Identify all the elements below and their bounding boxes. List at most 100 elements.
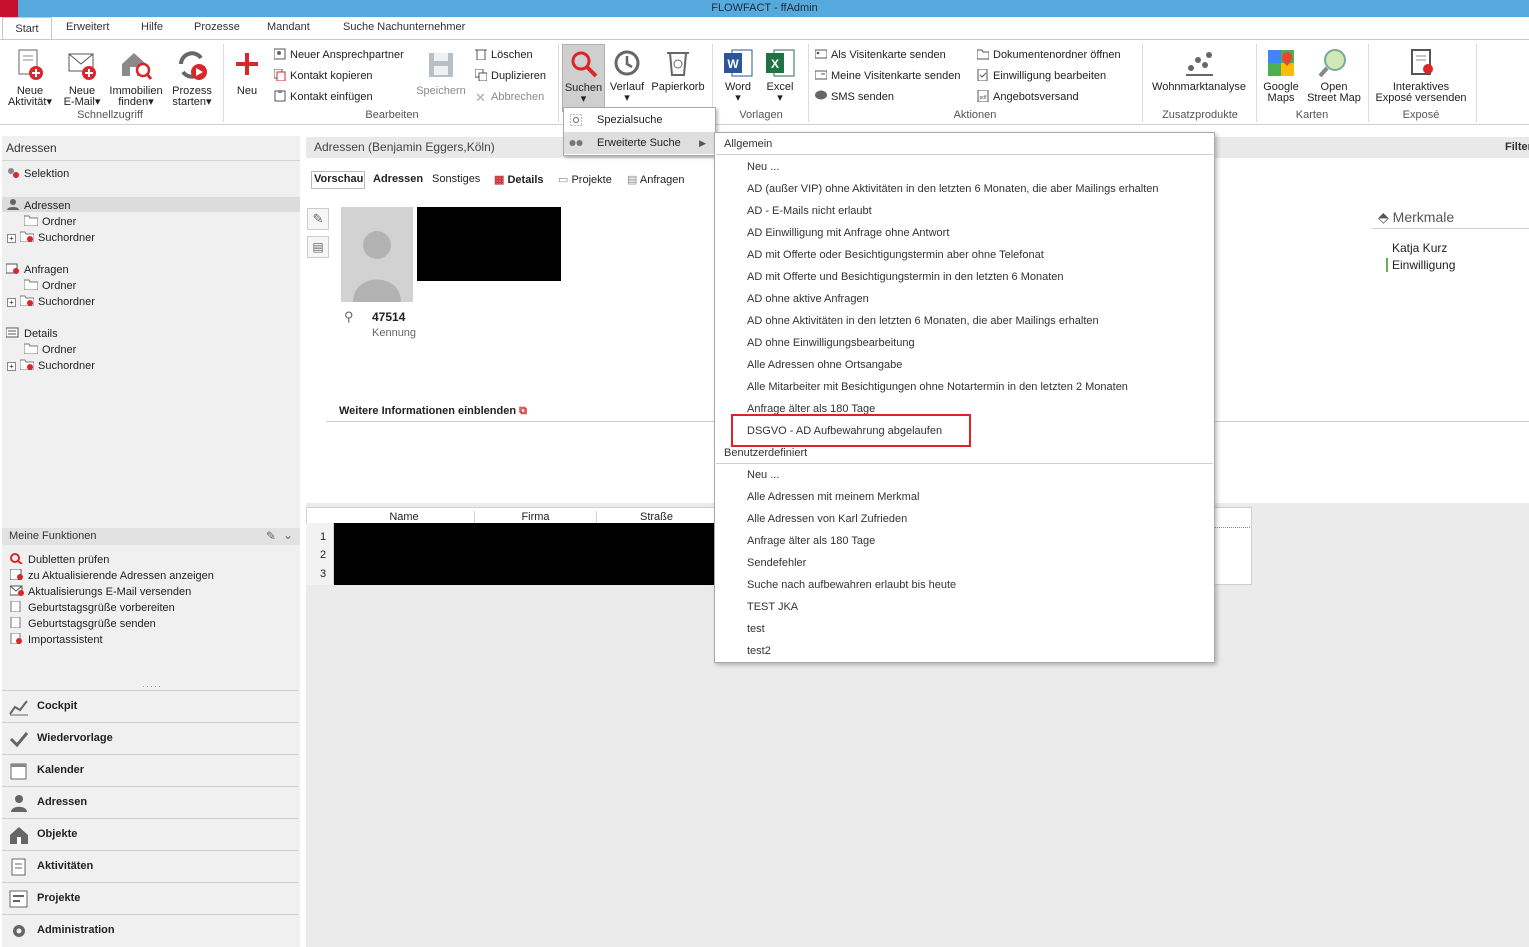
search-item[interactable]: Anfrage älter als 180 Tage — [747, 535, 875, 547]
search-item[interactable]: AD ohne Aktivitäten in den letzten 6 Mon… — [747, 315, 1099, 327]
tab-erweitert[interactable]: Erweitert — [66, 21, 109, 33]
tab-prozesse[interactable]: Prozesse — [194, 21, 240, 33]
search-item-dsgvo[interactable]: DSGVO - AD Aufbewahrung abgelaufen — [747, 425, 942, 437]
search-item[interactable]: TEST JKA — [747, 601, 798, 613]
search-item[interactable]: test2 — [747, 645, 771, 657]
edit-pencil-icon[interactable]: ✎ — [266, 529, 276, 543]
tab-suche-nachunternehmer[interactable]: Suche Nachunternehmer — [343, 21, 465, 33]
suchen-button[interactable]: Suchen ▾ — [562, 44, 605, 112]
funktion-aktualisierende-adressen[interactable]: zu Aktualisierende Adressen anzeigen — [10, 569, 214, 582]
als-visitenkarte-senden-button[interactable]: Als Visitenkarte senden — [815, 47, 946, 63]
expand-icon[interactable]: + — [7, 234, 16, 243]
selektion-item[interactable]: Selektion — [6, 167, 69, 180]
neu-button[interactable]: Neu — [229, 48, 265, 97]
kontakt-kopieren-button[interactable]: Kontakt kopieren — [274, 68, 373, 84]
tab-hilfe[interactable]: Hilfe — [141, 21, 163, 33]
tab-vorschau[interactable]: Vorschau — [314, 173, 363, 185]
search-item[interactable]: Neu ... — [747, 161, 779, 173]
funktion-importassistent[interactable]: Importassistent — [10, 633, 103, 646]
tree-details-suchordner[interactable]: + Suchordner — [7, 359, 95, 372]
tree-details[interactable]: Details — [6, 327, 58, 340]
kontakt-einfuegen-button[interactable]: Kontakt einfügen — [274, 89, 373, 105]
column-header-strasse[interactable]: Straße — [596, 511, 716, 523]
filter-label[interactable]: Filter — [1505, 141, 1529, 153]
menu-item-spezialsuche[interactable]: Spezialsuche — [564, 109, 715, 131]
tab-anfragen[interactable]: ▤ Anfragen — [627, 173, 685, 186]
wohnmarktanalyse-button[interactable]: Wohnmarktanalyse — [1147, 48, 1251, 93]
meine-visitenkarte-senden-button[interactable]: Meine Visitenkarte senden — [815, 68, 960, 84]
immobilien-finden-button[interactable]: Immobilien finden▾ — [106, 48, 166, 108]
search-item[interactable]: Sendefehler — [747, 557, 806, 569]
papierkorb-button[interactable]: Papierkorb — [649, 48, 707, 93]
search-item[interactable]: Neu ... — [747, 469, 779, 481]
neue-email-button[interactable]: Neue E-Mail▾ — [58, 48, 106, 108]
neuer-ansprechpartner-button[interactable]: Neuer Ansprechpartner — [274, 47, 404, 63]
search-item[interactable]: Alle Adressen mit meinem Merkmal — [747, 491, 919, 503]
open-street-map-button[interactable]: Open Street Map — [1303, 48, 1365, 104]
funktion-dubletten[interactable]: Dubletten prüfen — [10, 553, 109, 566]
interaktives-expose-versenden-button[interactable]: Interaktives Exposé versenden — [1370, 48, 1472, 104]
word-button[interactable]: W Word ▾ — [718, 48, 758, 104]
search-item[interactable]: Alle Adressen ohne Ortsangabe — [747, 359, 902, 371]
nav-administration[interactable]: Administration — [2, 914, 298, 947]
einwilligung-bearbeiten-button[interactable]: Einwilligung bearbeiten — [977, 68, 1106, 84]
tree-anfragen[interactable]: Anfragen — [6, 263, 69, 276]
tree-adressen-ordner[interactable]: Ordner — [24, 215, 76, 228]
menu-item-erweiterte-suche[interactable]: Erweiterte Suche ▶ — [564, 132, 715, 154]
search-item[interactable]: Alle Mitarbeiter mit Besichtigungen ohne… — [747, 381, 1128, 393]
tab-mandant[interactable]: Mandant — [267, 21, 310, 33]
abbrechen-button[interactable]: ✕ Abbrechen — [475, 89, 544, 105]
nav-wiedervorlage[interactable]: Wiedervorlage — [2, 722, 298, 753]
search-item[interactable]: Alle Adressen von Karl Zufrieden — [747, 513, 907, 525]
weitere-informationen-link[interactable]: Weitere Informationen einblenden ⧉ — [339, 405, 527, 418]
folder-icon — [24, 343, 38, 354]
loeschen-button[interactable]: Löschen — [475, 47, 533, 63]
document-icon — [10, 617, 21, 628]
google-maps-button[interactable]: Google Maps — [1259, 48, 1303, 104]
search-item[interactable]: AD mit Offerte und Besichtigungstermin i… — [747, 271, 1064, 283]
column-header-firma[interactable]: Firma — [474, 511, 596, 523]
tab-start[interactable]: Start — [2, 17, 52, 39]
verlauf-button[interactable]: Verlauf ▾ — [607, 48, 647, 104]
excel-button[interactable]: X Excel ▾ — [760, 48, 800, 104]
print-icon[interactable]: ▤ — [307, 236, 329, 258]
funktion-aktualisierungs-email[interactable]: Aktualisierungs E-Mail versenden — [10, 585, 191, 598]
expand-icon[interactable]: + — [7, 298, 16, 307]
sms-senden-button[interactable]: SMS senden — [815, 89, 894, 105]
nav-aktivitaeten[interactable]: Aktivitäten — [2, 850, 298, 881]
tree-details-ordner[interactable]: Ordner — [24, 343, 76, 356]
funktion-geburtstag-senden[interactable]: Geburtstagsgrüße senden — [10, 617, 156, 630]
search-item[interactable]: AD ohne aktive Anfragen — [747, 293, 869, 305]
column-header-name[interactable]: Name — [334, 511, 474, 523]
tab-adressen[interactable]: Adressen — [373, 173, 423, 185]
neue-aktivitaet-button[interactable]: Neue Aktivität▾ — [2, 48, 58, 108]
search-item[interactable]: AD Einwilligung mit Anfrage ohne Antwort — [747, 227, 949, 239]
nav-objekte[interactable]: Objekte — [2, 818, 298, 849]
tree-anfragen-suchordner[interactable]: + Suchordner — [7, 295, 95, 308]
search-item[interactable]: AD ohne Einwilligungsbearbeitung — [747, 337, 915, 349]
tree-adressen-suchordner[interactable]: + Suchordner — [7, 231, 95, 244]
tab-details[interactable]: ▦ Details — [494, 173, 544, 186]
search-item[interactable]: AD mit Offerte oder Besichtigungstermin … — [747, 249, 1044, 261]
nav-adressen[interactable]: Adressen — [2, 786, 298, 817]
tree-adressen[interactable]: Adressen — [6, 199, 70, 212]
search-item[interactable]: AD (außer VIP) ohne Aktivitäten in den l… — [747, 183, 1159, 195]
search-item[interactable]: test — [747, 623, 765, 635]
angebotsversand-button[interactable]: pdf Angebotsversand — [977, 89, 1079, 105]
search-item[interactable]: AD - E-Mails nicht erlaubt — [747, 205, 872, 217]
search-item[interactable]: Suche nach aufbewahren erlaubt bis heute — [747, 579, 956, 591]
speichern-button[interactable]: Speichern — [414, 48, 468, 97]
tab-projekte[interactable]: ▭ Projekte — [558, 173, 612, 186]
nav-kalender[interactable]: Kalender — [2, 754, 298, 785]
expand-icon[interactable]: + — [7, 362, 16, 371]
tab-sonstiges[interactable]: Sonstiges — [432, 173, 480, 185]
chevron-down-icon[interactable]: ⌄ — [283, 528, 293, 542]
nav-projekte[interactable]: Projekte — [2, 882, 298, 913]
edit-pencil-icon[interactable]: ✎ — [307, 208, 329, 230]
dokumentenordner-oeffnen-button[interactable]: Dokumentenordner öffnen — [977, 47, 1121, 63]
funktion-geburtstag-vorbereiten[interactable]: Geburtstagsgrüße vorbereiten — [10, 601, 175, 614]
duplizieren-button[interactable]: Duplizieren — [475, 68, 546, 84]
prozess-starten-button[interactable]: Prozess starten▾ — [166, 48, 218, 108]
tree-anfragen-ordner[interactable]: Ordner — [24, 279, 76, 292]
nav-cockpit[interactable]: Cockpit — [2, 690, 298, 721]
